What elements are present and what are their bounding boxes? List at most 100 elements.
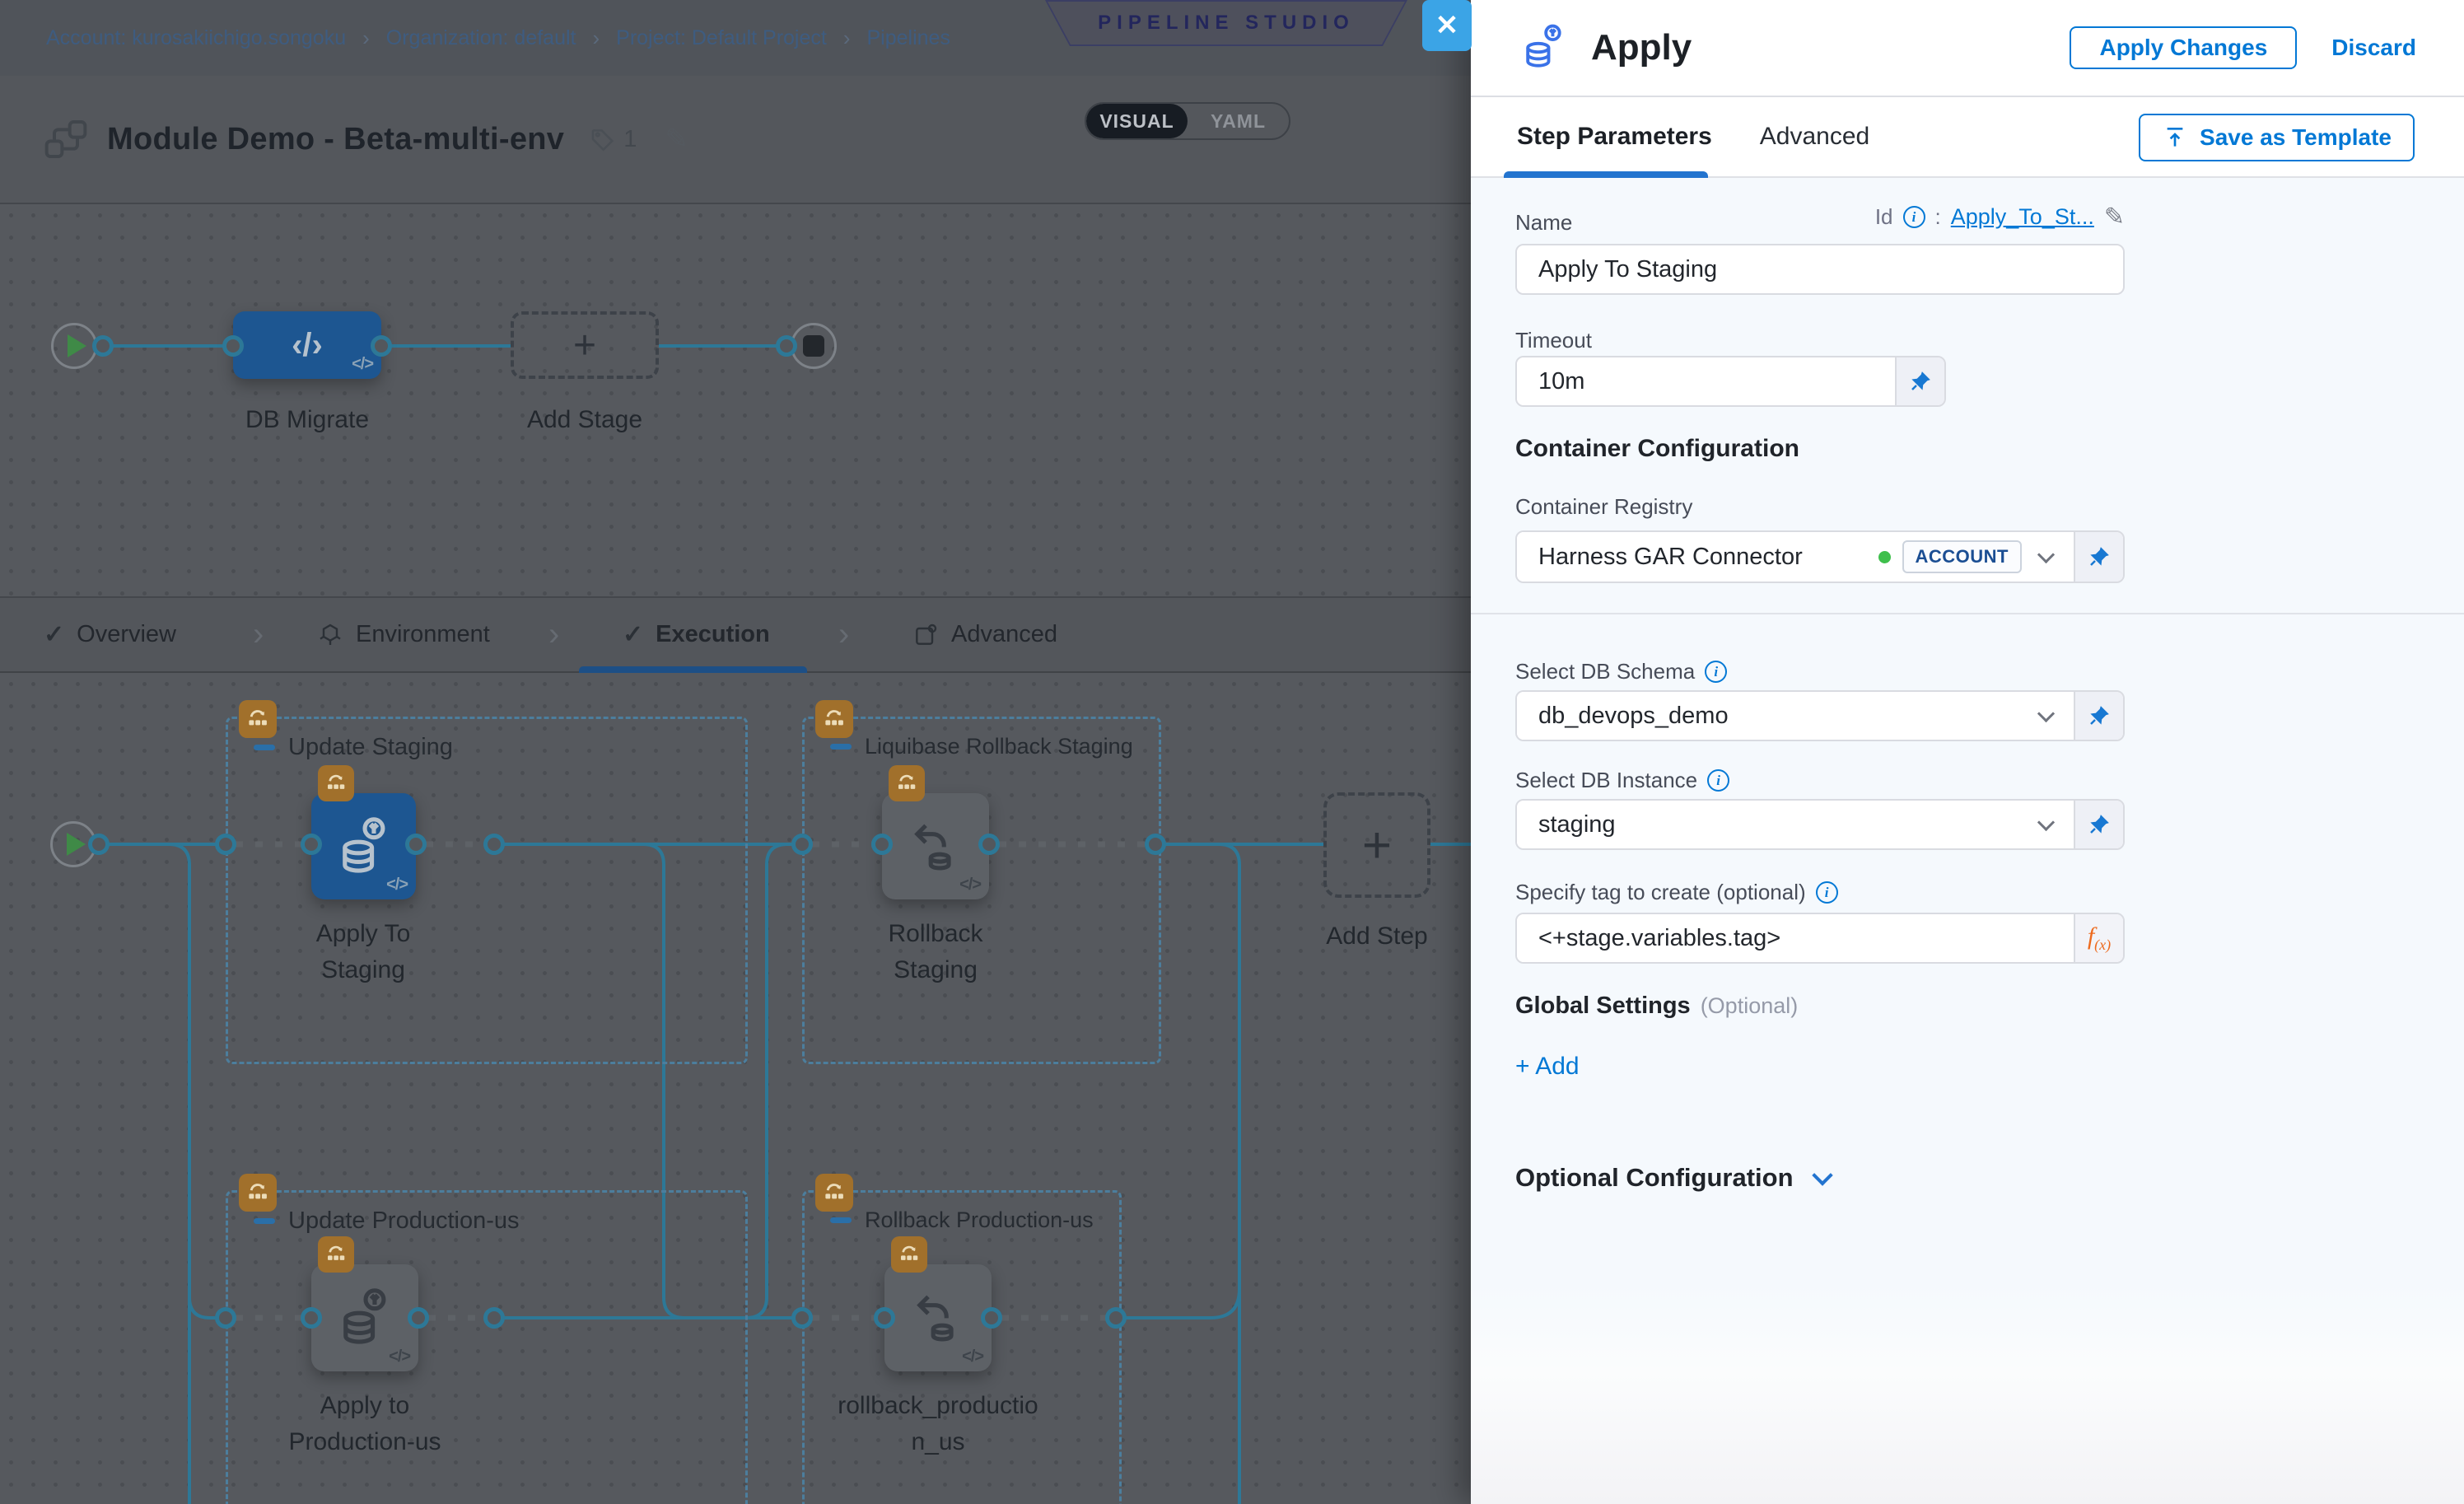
chevron-down-icon[interactable] [2037, 545, 2055, 563]
connector-port[interactable] [871, 834, 893, 855]
breadcrumb-account[interactable]: Account: kurosakiichigo.songoku [46, 26, 346, 50]
drawer-header: Apply Apply Changes Discard [1471, 0, 2464, 97]
step-group-name: Update Production-us [288, 1207, 520, 1235]
connector-port[interactable] [301, 834, 322, 855]
apply-step-icon [1517, 21, 1571, 75]
step-node-rollback-production-us[interactable]: </> [884, 1264, 992, 1371]
close-icon: ✕ [1435, 9, 1459, 42]
connector-port[interactable] [222, 335, 244, 357]
expression-input-selector[interactable]: f(x) [2074, 914, 2123, 962]
collapse-icon[interactable] [254, 745, 275, 750]
step-group-update-staging[interactable] [226, 717, 748, 1064]
step-node-apply-to-production-us[interactable]: </> [311, 1264, 418, 1371]
toggle-visual[interactable]: VISUAL [1086, 104, 1188, 138]
step-group-label-row[interactable]: Update Staging [254, 734, 453, 761]
container-registry-label: Container Registry [1515, 494, 1692, 520]
step-group-name: Rollback Production-us [865, 1207, 1094, 1233]
add-global-setting-link[interactable]: + Add [1515, 1053, 1580, 1081]
collapse-icon[interactable] [830, 1217, 852, 1223]
edit-pipeline-icon[interactable]: ✎ [665, 123, 688, 156]
timeout-input[interactable] [1517, 357, 1895, 405]
breadcrumb-pipelines[interactable]: Pipelines [867, 26, 950, 50]
tab-execution[interactable]: ✓ Execution [623, 598, 770, 671]
connector-port[interactable] [981, 1307, 1002, 1329]
tab-overview[interactable]: ✓ Overview [44, 598, 176, 671]
toggle-yaml[interactable]: YAML [1188, 104, 1289, 138]
db-instance-label-text: Select DB Instance [1515, 768, 1697, 793]
add-step-button[interactable]: + [1323, 792, 1430, 898]
name-input[interactable] [1517, 245, 2123, 293]
connector-port[interactable] [483, 834, 505, 855]
db-instance-value: staging [1538, 811, 2040, 838]
id-colon: : [1935, 204, 1941, 230]
input-type-selector[interactable] [2074, 532, 2123, 582]
execution-canvas[interactable]: Update Staging Liquibase Rollback Stagin… [0, 673, 1471, 1504]
tab-advanced-label: Advanced [951, 621, 1057, 648]
chevron-down-icon[interactable] [2037, 813, 2055, 830]
info-icon[interactable]: i [1903, 206, 1925, 228]
step-node-apply-to-staging[interactable]: </> [311, 793, 416, 899]
step-id-value[interactable]: Apply_To_St... [1951, 204, 2094, 230]
optional-configuration-toggle[interactable]: Optional Configuration [1515, 1163, 1830, 1193]
db-instance-select[interactable]: staging [1517, 801, 2074, 848]
db-schema-value: db_devops_demo [1538, 703, 2040, 730]
close-drawer-button[interactable]: ✕ [1422, 0, 1472, 51]
tab-step-parameters[interactable]: Step Parameters [1517, 123, 1712, 151]
apply-changes-button[interactable]: Apply Changes [2070, 26, 2297, 69]
tags-indicator[interactable]: 1 [589, 125, 637, 153]
connector-port[interactable] [215, 834, 236, 855]
connector-port[interactable] [371, 335, 392, 357]
drawer-body-lower [1471, 1285, 2464, 1504]
pipeline-studio-badge: PIPELINE STUDIO [1045, 0, 1407, 46]
edit-id-icon[interactable]: ✎ [2104, 203, 2125, 231]
input-type-selector[interactable] [2074, 801, 2123, 848]
tab-advanced[interactable]: Advanced [912, 598, 1057, 671]
apply-db-icon [330, 813, 398, 880]
container-registry-select[interactable]: Harness GAR Connector ACCOUNT [1517, 532, 2074, 582]
connector-port[interactable] [978, 834, 1000, 855]
play-icon [68, 334, 86, 357]
connector-port[interactable] [776, 335, 797, 357]
tag-input[interactable] [1517, 914, 2074, 962]
save-as-template-button[interactable]: Save as Template [2139, 114, 2415, 161]
connector-port[interactable] [791, 834, 813, 855]
collapse-icon[interactable] [830, 744, 852, 750]
breadcrumb-project[interactable]: Project: Default Project [616, 26, 827, 50]
connector-port[interactable] [88, 834, 110, 855]
step-group-label-row[interactable]: Update Production-us [254, 1207, 520, 1235]
db-schema-label-text: Select DB Schema [1515, 659, 1695, 684]
tag-field-group: f(x) [1515, 913, 2125, 964]
db-schema-select[interactable]: db_devops_demo [1517, 692, 2074, 740]
connector-port[interactable] [874, 1307, 895, 1329]
connector-port[interactable] [1145, 834, 1166, 855]
info-icon[interactable]: i [1707, 769, 1729, 792]
step-group-label-row[interactable]: Liquibase Rollback Staging [830, 734, 1133, 759]
connector-port[interactable] [92, 335, 114, 357]
stage-canvas[interactable]: ‹/› </> + DB Migrate Add Stage [0, 204, 1471, 596]
tab-advanced-panel[interactable]: Advanced [1760, 123, 1869, 151]
plus-icon: + [1362, 816, 1392, 875]
connector-port[interactable] [408, 1307, 429, 1329]
connector-port[interactable] [1105, 1307, 1127, 1329]
add-stage-button[interactable]: + [511, 311, 659, 379]
step-group-label-row[interactable]: Rollback Production-us [830, 1207, 1094, 1233]
connector-status-dot [1878, 551, 1891, 563]
connector-port[interactable] [791, 1307, 813, 1329]
breadcrumb-organization[interactable]: Organization: default [386, 26, 576, 50]
collapse-icon[interactable] [254, 1218, 275, 1224]
info-icon[interactable]: i [1816, 881, 1838, 904]
stage-start-node[interactable] [51, 323, 97, 369]
info-icon[interactable]: i [1705, 661, 1727, 683]
input-type-selector[interactable] [1895, 357, 1944, 405]
step-node-rollback-staging[interactable]: </> [882, 793, 989, 899]
chevron-down-icon[interactable] [2037, 704, 2055, 722]
input-type-selector[interactable] [2074, 692, 2123, 740]
connector-port[interactable] [405, 834, 427, 855]
connector-port[interactable] [483, 1307, 505, 1329]
connector-port[interactable] [215, 1307, 236, 1329]
tab-environment[interactable]: Environment [317, 598, 490, 671]
connector-port[interactable] [301, 1307, 322, 1329]
stage-node-db-migrate[interactable]: ‹/› </> [233, 311, 381, 379]
tag-to-create-label-text: Specify tag to create (optional) [1515, 880, 1806, 905]
discard-button[interactable]: Discard [2331, 35, 2416, 61]
